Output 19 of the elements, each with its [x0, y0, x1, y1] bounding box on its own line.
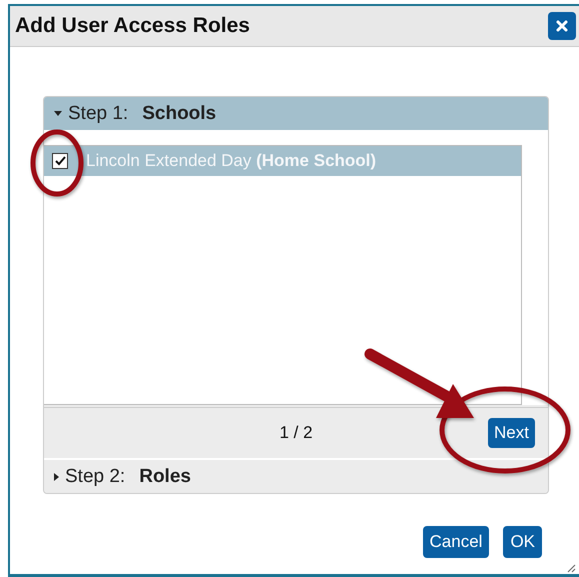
- step-name: Roles: [139, 466, 191, 488]
- close-icon: [555, 19, 569, 33]
- step-header[interactable]: Step 1: Schools: [44, 97, 548, 130]
- resize-grip-icon[interactable]: [567, 564, 576, 573]
- step-label: Step 2:: [65, 466, 126, 488]
- cancel-button[interactable]: Cancel: [422, 526, 490, 558]
- ok-button[interactable]: OK: [503, 526, 542, 558]
- annotation-circle: [30, 130, 84, 196]
- next-button[interactable]: Next: [488, 418, 535, 448]
- step-name: Schools: [142, 102, 216, 124]
- caret-down-icon: [54, 111, 62, 116]
- step-label: Step 1:: [68, 102, 128, 124]
- step-header[interactable]: Step 2: Roles: [44, 458, 548, 493]
- school-name: Lincoln Extended Day (Home School): [86, 151, 376, 171]
- dialog-title: Add User Access Roles: [15, 14, 250, 38]
- checkbox[interactable]: [52, 153, 68, 169]
- page-indicator: 1 / 2: [279, 423, 313, 443]
- caret-right-icon: [54, 472, 59, 480]
- close-button[interactable]: [548, 12, 576, 40]
